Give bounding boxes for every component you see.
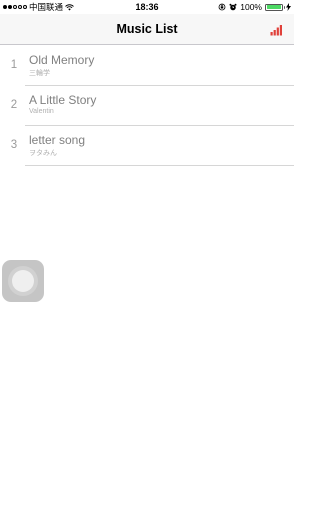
screen: 中国联通 18:36 100% Music List 1 Old Memory … bbox=[0, 0, 294, 522]
song-artist: 三輪学 bbox=[29, 70, 50, 77]
rotation-lock-icon bbox=[218, 3, 226, 11]
bar-chart-icon[interactable] bbox=[270, 24, 282, 36]
music-list: 1 Old Memory 三輪学 2 A Little Story Valent… bbox=[0, 45, 294, 165]
battery-level bbox=[266, 5, 282, 9]
song-row[interactable]: 2 A Little Story Valentin bbox=[0, 85, 294, 125]
battery-cap bbox=[283, 6, 285, 9]
assistive-touch-core bbox=[12, 270, 34, 292]
row-divider bbox=[25, 164, 294, 165]
status-right: 100% bbox=[218, 0, 291, 14]
alarm-icon bbox=[229, 3, 237, 11]
battery-percent: 100% bbox=[240, 2, 262, 12]
song-row[interactable]: 1 Old Memory 三輪学 bbox=[0, 45, 294, 85]
song-row[interactable]: 3 letter song ヲタみん bbox=[0, 125, 294, 165]
song-title: letter song bbox=[29, 133, 86, 147]
song-index: 2 bbox=[10, 99, 18, 111]
page-title: Music List bbox=[116, 22, 178, 36]
song-index: 3 bbox=[10, 139, 18, 151]
song-artist: Valentin bbox=[29, 108, 54, 115]
song-index: 1 bbox=[10, 59, 18, 71]
status-bar: 中国联通 18:36 100% bbox=[0, 0, 294, 14]
song-title: Old Memory bbox=[29, 53, 95, 67]
charging-icon bbox=[286, 3, 291, 11]
song-title: A Little Story bbox=[29, 93, 97, 107]
navigation-bar: Music List bbox=[0, 14, 294, 45]
battery-icon bbox=[265, 3, 285, 11]
song-artist: ヲタみん bbox=[29, 150, 57, 157]
assistive-touch-ring bbox=[8, 266, 38, 296]
assistive-touch-button[interactable] bbox=[2, 260, 44, 302]
